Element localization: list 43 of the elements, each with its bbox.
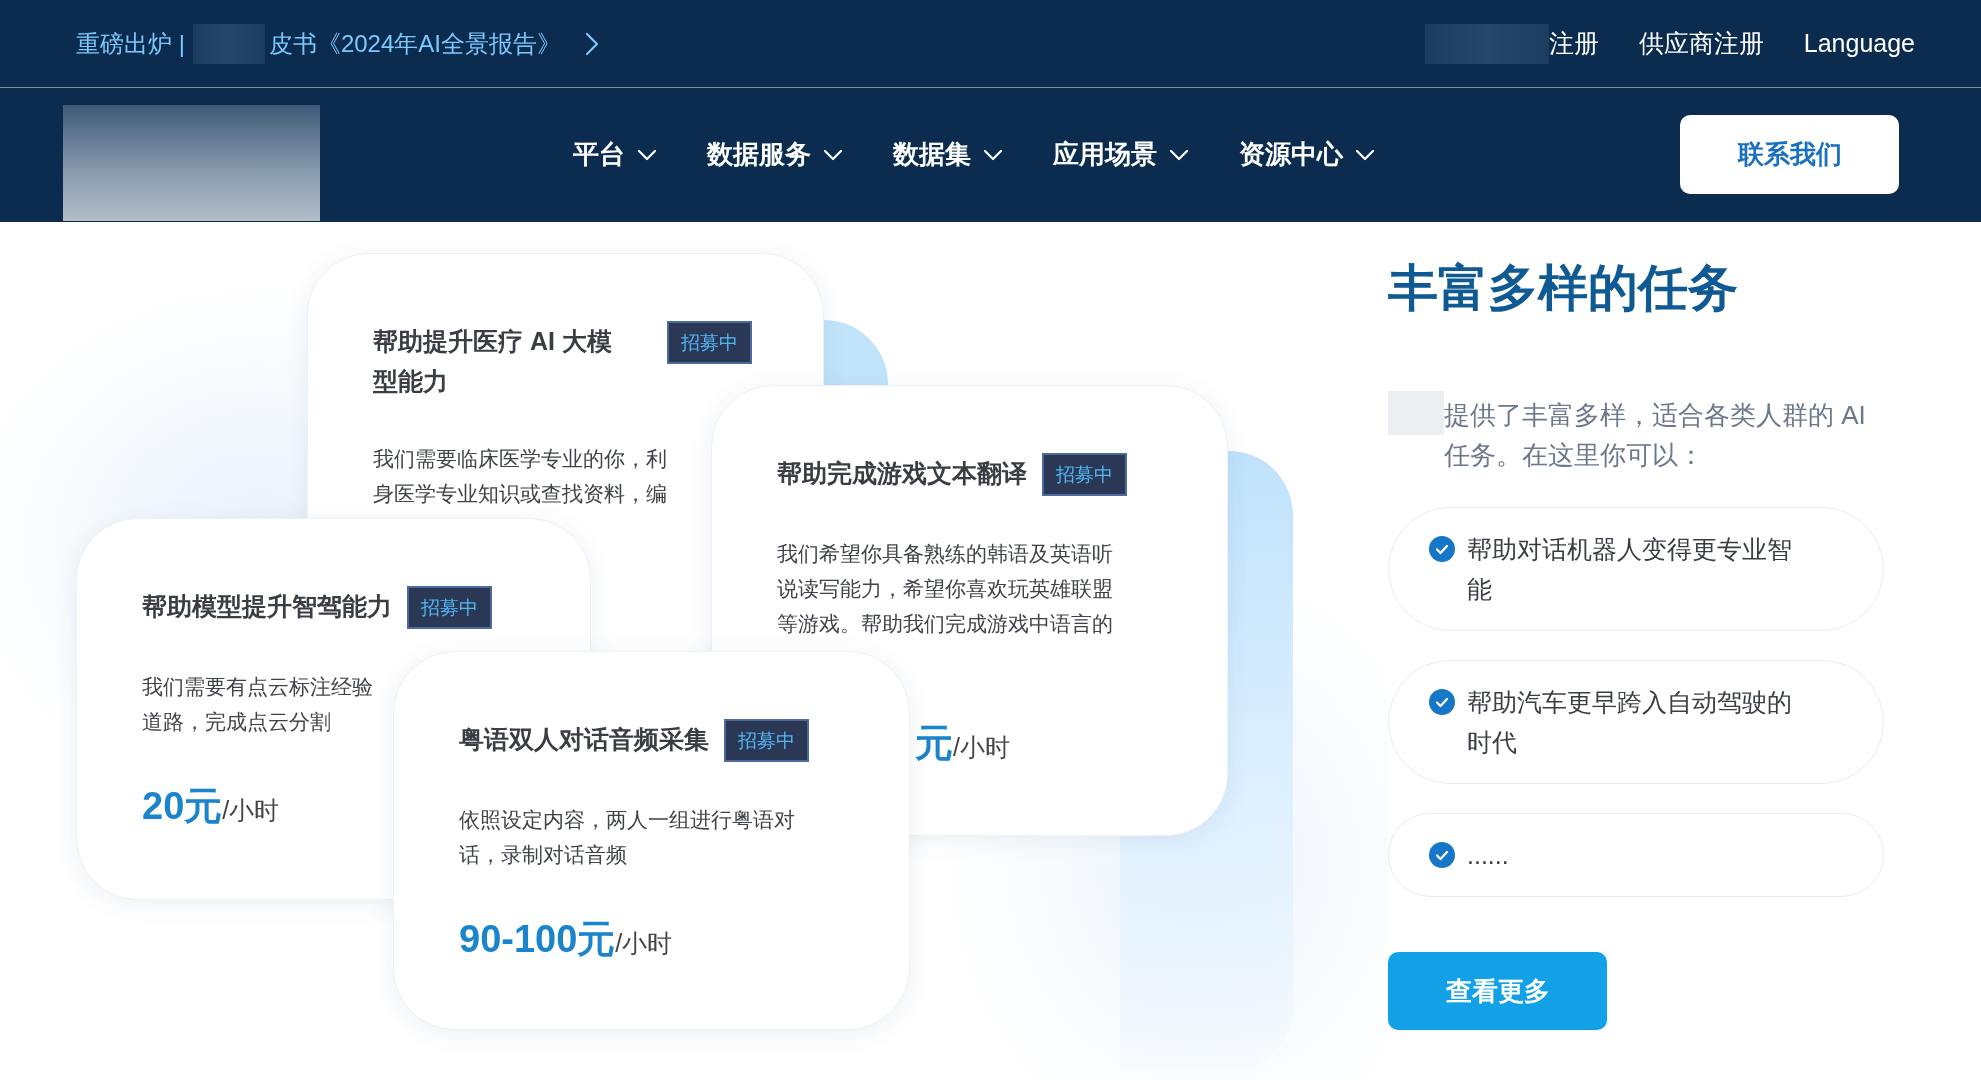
header-link[interactable]: 供应商注册 [1638, 27, 1764, 60]
announcement-link[interactable]: 皮书《2024年AI全景报告》 [268, 27, 561, 60]
feature-text: 帮助对话机器人变得更专业智能 [1467, 534, 1793, 605]
price-amount: 20元 [142, 784, 223, 829]
chevron-down-icon [637, 148, 657, 161]
nav-menu-item[interactable]: 平台 [573, 137, 657, 172]
header-link[interactable]: 注册 [1548, 27, 1599, 60]
intro-text: 提供了丰富多样，适合各类人群的 AI 任务。在这里你可以： [1444, 399, 1867, 472]
chevron-down-icon [983, 148, 1003, 161]
feature-text: ...... [1467, 840, 1509, 871]
task-description: 我们需要临床医学专业的你，利 身医学专业知识或查找资料，编 [373, 446, 667, 507]
check-circle-icon [1429, 842, 1455, 868]
task-title: 粤语双人对话音频采集 [459, 724, 709, 755]
status-badge: 招募中 [667, 321, 752, 364]
nav-menu-item[interactable]: 应用场景 [1053, 137, 1189, 172]
language-link[interactable]: Language [1803, 29, 1915, 58]
status-badge: 招募中 [407, 586, 492, 629]
check-circle-icon [1429, 689, 1455, 715]
chevron-right-icon[interactable] [585, 31, 599, 56]
task-description: 依照设定内容，两人一组进行粤语对 话，录制对话音频 [459, 807, 795, 868]
nav-menu-item[interactable]: 数据服务 [707, 137, 843, 172]
announcement-label: 重磅出炉 | [76, 28, 185, 59]
task-title: 帮助模型提升智驾能力 [142, 591, 392, 622]
task-description: 我们希望你具备熟练的韩语及英语听 说读写能力，希望你喜欢玩英雄联盟 等游戏。帮助我们完成游戏中语言的 [777, 541, 1113, 637]
contact-button[interactable]: 联系我们 [1680, 115, 1899, 194]
price-unit: /小时 [615, 929, 673, 959]
task-description: 我们需要有点云标注经验 道路，完成点云分割 [142, 674, 373, 735]
task-title: 帮助提升医疗 AI 大模型能力 [373, 326, 613, 397]
price-unit: /小时 [222, 796, 280, 826]
nav-menu-item[interactable]: 数据集 [893, 137, 1003, 172]
chevron-down-icon [823, 148, 843, 161]
nav-menu-item[interactable]: 资源中心 [1239, 137, 1375, 172]
price-unit: /小时 [953, 733, 1010, 763]
price-amount: 元 [915, 721, 953, 766]
feature-text: 帮助汽车更早跨入自动驾驶的时代 [1467, 687, 1793, 758]
status-badge: 招募中 [724, 719, 809, 762]
status-badge: 招募中 [1042, 453, 1127, 496]
section-title: 丰富多样的任务 [1388, 259, 1739, 318]
check-circle-icon [1429, 536, 1455, 562]
chevron-down-icon [1355, 148, 1375, 161]
task-title: 帮助完成游戏文本翻译 [777, 458, 1027, 489]
chevron-down-icon [1169, 148, 1189, 161]
price-amount: 90-100元 [459, 917, 616, 962]
